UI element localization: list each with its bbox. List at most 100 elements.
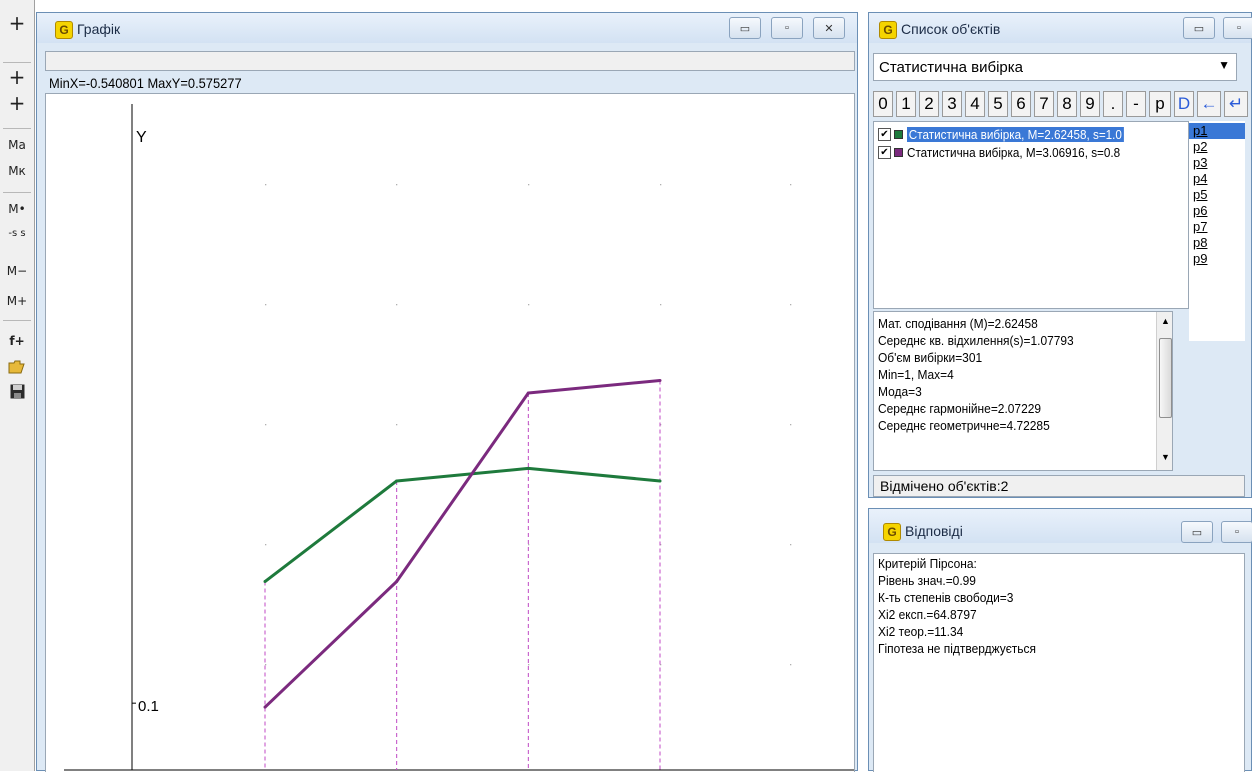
param-link[interactable]: p8	[1193, 235, 1207, 250]
key-button[interactable]: ←	[1197, 91, 1221, 117]
mean-point-button[interactable]: M•	[4, 198, 30, 220]
scroll-down-icon[interactable]: ▼	[1157, 452, 1172, 462]
add-crosshair-button[interactable]: +	[4, 65, 30, 89]
object-info-lines: Мат. сподівання (М)=2.62458 Середнє кв. в…	[874, 316, 1154, 466]
param-link[interactable]: p2	[1193, 139, 1207, 154]
maximize-button[interactable]: ▫	[1221, 521, 1252, 543]
key-button[interactable]: 9	[1080, 91, 1100, 117]
close-button[interactable]: ✕	[813, 17, 845, 39]
grid-dot	[528, 184, 530, 186]
info-line: Об'єм вибірки=301	[878, 350, 983, 365]
maximize-button[interactable]: ▫	[771, 17, 803, 39]
param-link[interactable]: p6	[1193, 203, 1207, 218]
checkbox[interactable]: ✔	[878, 146, 891, 159]
grid-dot	[265, 184, 267, 186]
toolbar-separator	[3, 128, 31, 129]
open-folder-icon[interactable]	[4, 356, 30, 378]
add-function-button[interactable]: f+	[4, 330, 30, 352]
maximize-button[interactable]: ▫	[1223, 17, 1252, 39]
chevron-down-icon: ▼	[1218, 58, 1230, 72]
answers-text-panel: Критерій Пірсона: Рівень знач.=0.99 К-ть с…	[873, 553, 1245, 772]
app-logo-icon: G	[879, 21, 897, 39]
info-line: Середнє гармонійне=2.07229	[878, 401, 1042, 416]
save-disk-icon[interactable]	[4, 380, 30, 402]
param-link[interactable]: p4	[1193, 171, 1207, 186]
key-button[interactable]: D	[1174, 91, 1194, 117]
series-point	[395, 580, 399, 584]
grid-dot	[396, 184, 398, 186]
key-button[interactable]: 6	[1011, 91, 1031, 117]
grid-dot	[396, 424, 398, 426]
key-button[interactable]: 8	[1057, 91, 1077, 117]
grid-dot	[265, 664, 267, 666]
series-point	[263, 580, 267, 584]
key-button[interactable]: 3	[942, 91, 962, 117]
info-scrollbar[interactable]: ▲ ▼	[1156, 312, 1172, 470]
graph-status-readout: MinX=-0.540801 MaxY=0.575277	[49, 75, 242, 91]
param-link[interactable]: p5	[1193, 187, 1207, 202]
minus-mean-button[interactable]: M−	[4, 260, 30, 282]
toolbar-separator	[3, 62, 31, 63]
key-button[interactable]: 7	[1034, 91, 1054, 117]
plus-mean-button[interactable]: M+	[4, 290, 30, 312]
grid-dot	[528, 304, 530, 306]
param-link[interactable]: p9	[1193, 251, 1207, 266]
grid-dot	[790, 184, 792, 186]
param-link[interactable]: p7	[1193, 219, 1207, 234]
minimize-button[interactable]: ▭	[1183, 17, 1215, 39]
plot-area[interactable]: Y 0.1	[45, 93, 855, 772]
object-label: Статистична вибірка, M=2.62458, s=1.0	[907, 127, 1124, 142]
series-point	[658, 479, 662, 483]
param-link[interactable]: p1	[1193, 123, 1207, 138]
y-tick-label: 0.1	[138, 698, 159, 715]
y-axis-label: Y	[136, 129, 147, 146]
series-point	[658, 378, 662, 382]
object-type-select-value: Статистична вибірка	[879, 58, 1024, 76]
key-button[interactable]: 2	[919, 91, 939, 117]
arithmetic-mean-button[interactable]: Ma	[4, 134, 30, 156]
grid-dot	[790, 304, 792, 306]
grid-dot	[528, 664, 530, 666]
answers-lines: Критерій Пірсона: Рівень знач.=0.99 К-ть с…	[874, 556, 1234, 676]
scroll-thumb[interactable]	[1159, 338, 1172, 418]
answer-line: Критерій Пірсона:	[878, 556, 977, 571]
digit-keypad: 0 1 2 3 4 5 6 7 8 9. - p D ← ↵	[873, 91, 1248, 117]
deviation-button[interactable]: -s s	[4, 222, 30, 244]
objects-window: G Список об'єктів ▭ ▫ Статистична вибірк…	[868, 12, 1252, 498]
quadratic-mean-button[interactable]: Mк	[4, 160, 30, 182]
minimize-button[interactable]: ▭	[1181, 521, 1213, 543]
answer-line: Гіпотеза не підтверджується	[878, 641, 1036, 656]
series-point	[526, 466, 530, 470]
key-button[interactable]: 1	[896, 91, 916, 117]
key-button[interactable]: .	[1103, 91, 1123, 117]
graph-toolbar-strip	[45, 51, 855, 71]
key-button[interactable]: 4	[965, 91, 985, 117]
param-list-items: p1 p2 p3 p4 p5 p6 p7 p8 p9	[1189, 121, 1245, 321]
key-button[interactable]: ↵	[1224, 91, 1248, 117]
key-button[interactable]: 0	[873, 91, 893, 117]
object-list-item[interactable]: ✔ Статистична вибірка, M=3.06916, s=0.8	[878, 144, 1144, 161]
add-point-button[interactable]: +	[4, 11, 30, 35]
answer-line: Xi2 теор.=11.34	[878, 624, 964, 639]
key-button[interactable]: 5	[988, 91, 1008, 117]
scroll-up-icon[interactable]: ▲	[1157, 316, 1172, 326]
key-button[interactable]: p	[1149, 91, 1171, 117]
vertical-toolbar: + + + Ma Mк M• -s s M− M+ f+	[0, 0, 35, 771]
grid-dot	[660, 184, 662, 186]
key-button[interactable]: -	[1126, 91, 1146, 117]
object-type-select[interactable]: Статистична вибірка ▼	[873, 53, 1237, 81]
object-list[interactable]: ✔ Статистична вибірка, M=2.62458, s=1.0 ✔ С…	[873, 121, 1189, 309]
toolbar-separator	[3, 192, 31, 193]
grid-dot	[265, 304, 267, 306]
object-list-item[interactable]: ✔ Статистична вибірка, M=2.62458, s=1.0	[878, 126, 1148, 143]
graph-window-title: Графік	[77, 21, 121, 37]
grid-dot	[265, 544, 267, 546]
selected-count-status: Відмічено об'єктів:2	[873, 475, 1245, 497]
checkbox[interactable]: ✔	[878, 128, 891, 141]
series-line-2	[263, 378, 661, 709]
series-color-swatch	[894, 148, 903, 157]
minimize-button[interactable]: ▭	[729, 17, 761, 39]
add-tilted-cross-button[interactable]: +	[4, 91, 30, 115]
info-line: Мат. сподівання (М)=2.62458	[878, 316, 1038, 331]
param-link[interactable]: p3	[1193, 155, 1207, 170]
